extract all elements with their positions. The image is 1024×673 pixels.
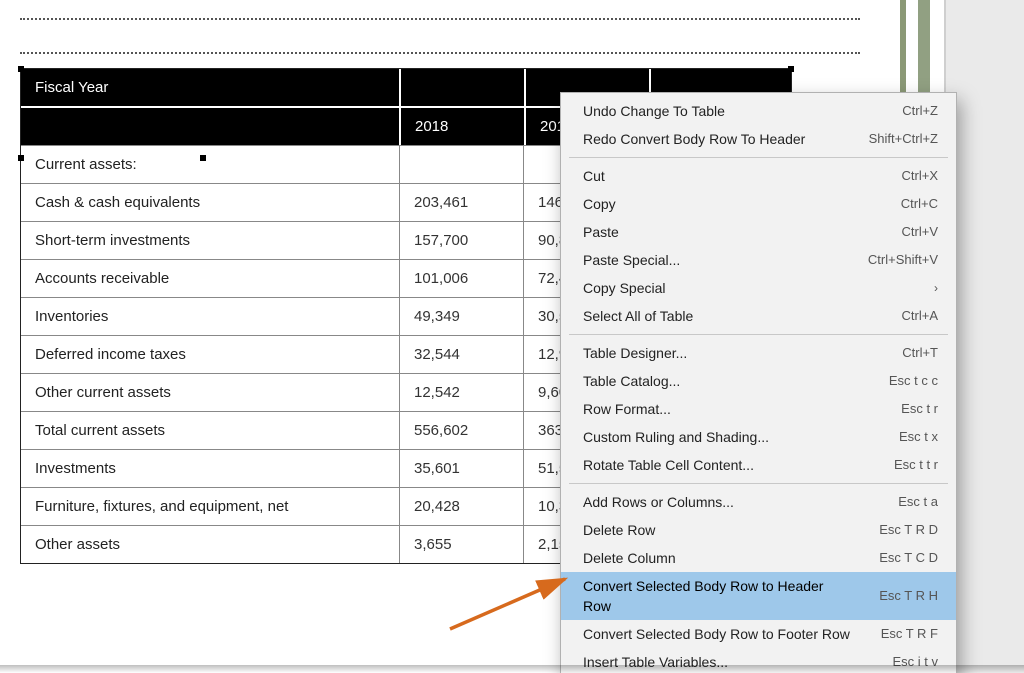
menu-item-shortcut: Esc i t v — [892, 652, 938, 672]
menu-item-shortcut: Ctrl+V — [902, 222, 938, 242]
table-cell-label[interactable]: Other assets — [21, 526, 400, 563]
menu-item-label: Redo Convert Body Row To Header — [583, 129, 805, 149]
menu-item-label: Select All of Table — [583, 306, 693, 326]
menu-item-shortcut: Esc T R D — [879, 520, 938, 540]
table-cell-value[interactable]: 556,602 — [400, 412, 524, 449]
menu-item-label: Cut — [583, 166, 605, 186]
menu-item-shortcut: Ctrl+X — [902, 166, 938, 186]
menu-item-label: Add Rows or Columns... — [583, 492, 734, 512]
menu-separator — [569, 157, 948, 158]
menu-item-shortcut: Esc T R H — [879, 586, 938, 606]
menu-item-label: Convert Selected Body Row to Footer Row — [583, 624, 850, 644]
menu-item[interactable]: Select All of Table Ctrl+A — [561, 302, 956, 330]
menu-item-label: Table Catalog... — [583, 371, 680, 391]
menu-item[interactable]: Paste Special... Ctrl+Shift+V — [561, 246, 956, 274]
table-cell-label[interactable]: Current assets: — [21, 146, 400, 183]
menu-item[interactable]: Add Rows or Columns... Esc t a — [561, 488, 956, 516]
menu-item-shortcut: Esc t r — [901, 399, 938, 419]
menu-item-shortcut: Ctrl+A — [902, 306, 938, 326]
menu-item-label: Custom Ruling and Shading... — [583, 427, 769, 447]
text-frame-guide — [20, 52, 860, 54]
menu-item-label: Convert Selected Body Row to Header Row — [583, 576, 855, 616]
selection-handle[interactable] — [18, 155, 24, 161]
table-cell-value[interactable] — [400, 146, 524, 183]
menu-separator — [569, 334, 948, 335]
table-cell-label[interactable]: Cash & cash equivalents — [21, 184, 400, 221]
context-menu[interactable]: Undo Change To Table Ctrl+Z Redo Convert B… — [560, 92, 957, 673]
menu-item[interactable]: Insert Table Variables... Esc i t v — [561, 648, 956, 673]
menu-item[interactable]: Convert Selected Body Row to Header Row E… — [561, 572, 956, 620]
menu-item[interactable]: Table Catalog... Esc t c c — [561, 367, 956, 395]
table-cell-value[interactable]: 157,700 — [400, 222, 524, 259]
menu-item[interactable]: Convert Selected Body Row to Footer Row E… — [561, 620, 956, 648]
table-header-year[interactable]: 2018 — [399, 108, 524, 145]
menu-item-shortcut: Ctrl+C — [901, 194, 938, 214]
table-cell-label[interactable]: Other current assets — [21, 374, 400, 411]
menu-item-label: Delete Column — [583, 548, 676, 568]
table-cell-label[interactable]: Short-term investments — [21, 222, 400, 259]
table-cell-label[interactable]: Inventories — [21, 298, 400, 335]
menu-item[interactable]: Cut Ctrl+X — [561, 162, 956, 190]
text-frame-guide — [20, 18, 860, 20]
table-header-cell[interactable] — [21, 108, 399, 145]
table-cell-label[interactable]: Furniture, fixtures, and equipment, net — [21, 488, 400, 525]
menu-item-shortcut: Esc t a — [898, 492, 938, 512]
table-title-cell[interactable]: Fiscal Year — [21, 69, 399, 106]
menu-item-label: Paste Special... — [583, 250, 680, 270]
menu-item-label: Insert Table Variables... — [583, 652, 728, 672]
table-header-cell[interactable] — [399, 69, 524, 106]
menu-item-shortcut: Ctrl+Z — [902, 101, 938, 121]
menu-item-label: Table Designer... — [583, 343, 687, 363]
menu-item-label: Delete Row — [583, 520, 655, 540]
menu-item[interactable]: Undo Change To Table Ctrl+Z — [561, 97, 956, 125]
menu-item-label: Undo Change To Table — [583, 101, 725, 121]
menu-item[interactable]: Custom Ruling and Shading... Esc t x — [561, 423, 956, 451]
table-cell-label[interactable]: Total current assets — [21, 412, 400, 449]
menu-item-label: Paste — [583, 222, 619, 242]
table-cell-value[interactable]: 203,461 — [400, 184, 524, 221]
table-cell-label[interactable]: Accounts receivable — [21, 260, 400, 297]
menu-item[interactable]: Delete Column Esc T C D — [561, 544, 956, 572]
menu-item-shortcut: Esc T C D — [879, 548, 938, 568]
menu-item-shortcut: Esc T R F — [881, 624, 938, 644]
menu-item-label: Copy — [583, 194, 616, 214]
menu-item[interactable]: Rotate Table Cell Content... Esc t t r — [561, 451, 956, 479]
menu-item[interactable]: Row Format... Esc t r — [561, 395, 956, 423]
menu-separator — [569, 483, 948, 484]
table-cell-value[interactable]: 35,601 — [400, 450, 524, 487]
table-cell-value[interactable]: 49,349 — [400, 298, 524, 335]
menu-item-shortcut: Esc t t r — [894, 455, 938, 475]
menu-item[interactable]: Redo Convert Body Row To Header Shift+Ctr… — [561, 125, 956, 153]
table-cell-value[interactable]: 12,542 — [400, 374, 524, 411]
menu-item[interactable]: Table Designer... Ctrl+T — [561, 339, 956, 367]
table-cell-value[interactable]: 3,655 — [400, 526, 524, 563]
menu-item-shortcut: Esc t x — [899, 427, 938, 447]
menu-item-label: Copy Special — [583, 278, 666, 298]
menu-item[interactable]: Paste Ctrl+V — [561, 218, 956, 246]
menu-item[interactable]: Delete Row Esc T R D — [561, 516, 956, 544]
table-cell-label[interactable]: Deferred income taxes — [21, 336, 400, 373]
menu-item[interactable]: Copy Special › — [561, 274, 956, 302]
menu-item[interactable]: Copy Ctrl+C — [561, 190, 956, 218]
submenu-chevron-icon: › — [934, 278, 938, 298]
table-cell-value[interactable]: 101,006 — [400, 260, 524, 297]
menu-item-label: Row Format... — [583, 399, 671, 419]
document-canvas: Fiscal Year 2018 2019 Current assets: Ca… — [0, 0, 1024, 673]
menu-item-shortcut: Ctrl+T — [902, 343, 938, 363]
menu-item-shortcut: Ctrl+Shift+V — [868, 250, 938, 270]
menu-item-label: Rotate Table Cell Content... — [583, 455, 754, 475]
table-cell-value[interactable]: 32,544 — [400, 336, 524, 373]
menu-item-shortcut: Shift+Ctrl+Z — [869, 129, 938, 149]
table-cell-label[interactable]: Investments — [21, 450, 400, 487]
selection-handle[interactable] — [18, 66, 24, 72]
selection-handle[interactable] — [788, 66, 794, 72]
selection-handle[interactable] — [200, 155, 206, 161]
menu-item-shortcut: Esc t c c — [889, 371, 938, 391]
table-cell-value[interactable]: 20,428 — [400, 488, 524, 525]
